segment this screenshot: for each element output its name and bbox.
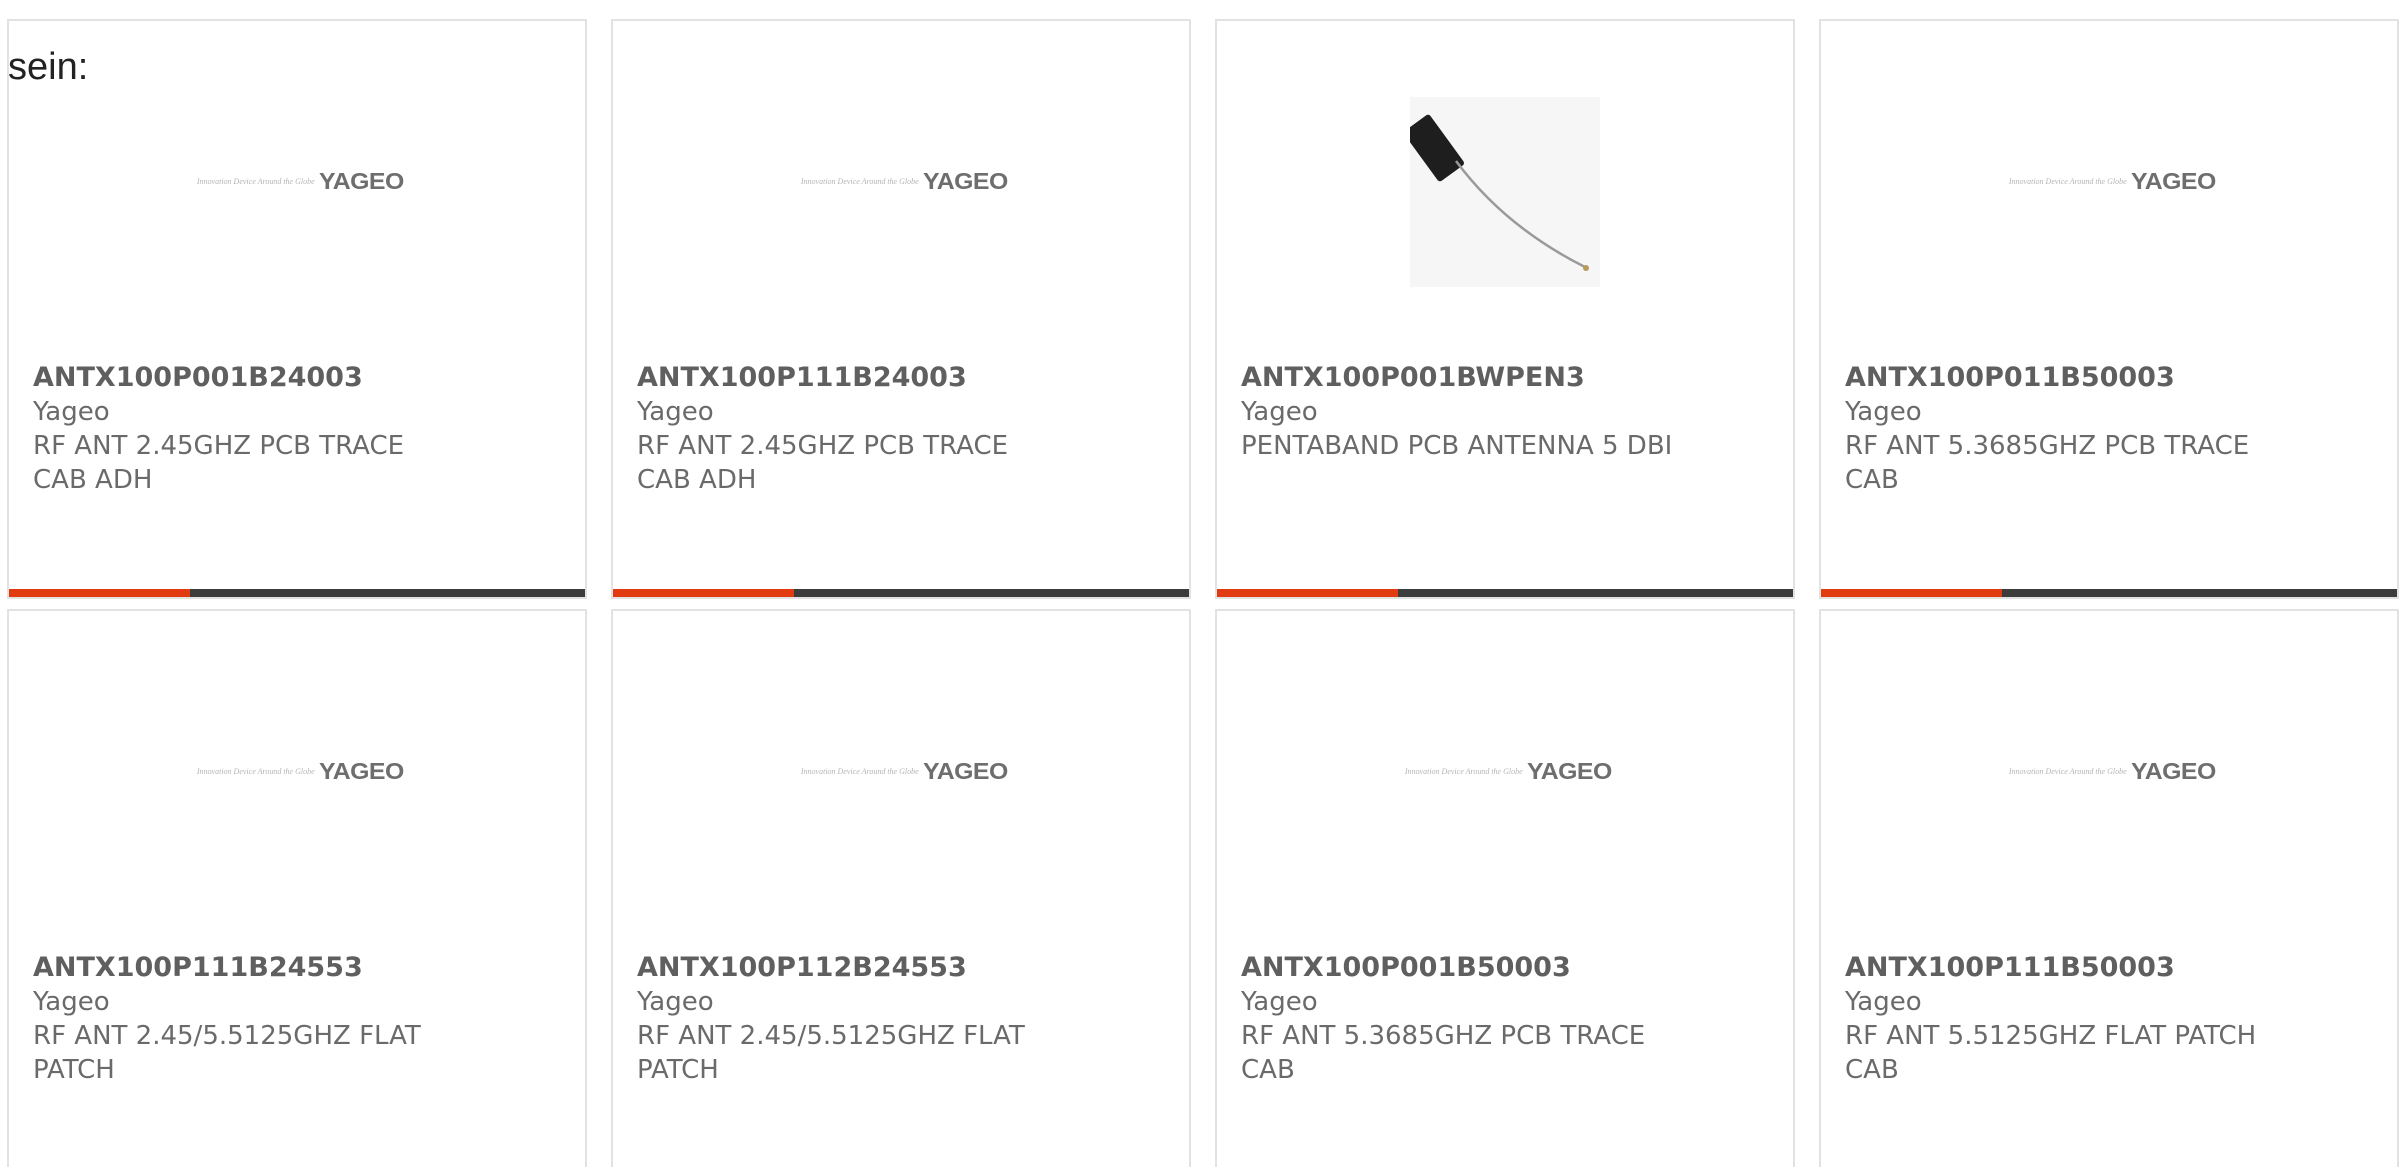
card-bar-accent xyxy=(1821,589,2002,597)
part-number[interactable]: ANTX100P111B50003 xyxy=(1845,951,2277,985)
product-image[interactable]: Innovation Device Around the Globe YAGEO xyxy=(1217,681,1793,881)
product-card[interactable]: ANTX100P001BWPEN3 Yageo PENTABAND PCB ANTE… xyxy=(1215,19,1795,599)
intro-text: sein: xyxy=(8,46,89,88)
product-description: RF ANT 5.3685GHZ PCB TRACE CAB xyxy=(1845,431,2250,495)
yageo-logo: Innovation Device Around the Globe YAGEO xyxy=(2008,758,2216,785)
logo-word: YAGEO xyxy=(318,167,404,194)
card-hover-bar xyxy=(1821,589,2397,597)
manufacturer: Yageo xyxy=(33,397,110,427)
yageo-logo: Innovation Device Around the Globe YAGEO xyxy=(1404,758,1612,785)
logo-word: YAGEO xyxy=(1526,757,1612,784)
manufacturer: Yageo xyxy=(637,397,714,427)
product-info: ANTX100P112B24553 Yageo RF ANT 2.45/5.5125… xyxy=(637,951,1069,1087)
yageo-logo: Innovation Device Around the Globe YAGEO xyxy=(800,758,1008,785)
part-number[interactable]: ANTX100P001B24003 xyxy=(33,361,465,395)
manufacturer: Yageo xyxy=(637,987,714,1017)
product-image[interactable]: Innovation Device Around the Globe YAGEO xyxy=(9,91,585,291)
product-image[interactable] xyxy=(1217,91,1793,291)
product-card[interactable]: Innovation Device Around the Globe YAGEO A… xyxy=(1819,609,2399,1167)
logo-tagline: Innovation Device Around the Globe xyxy=(800,766,919,776)
part-number[interactable]: ANTX100P112B24553 xyxy=(637,951,1069,985)
product-description: PENTABAND PCB ANTENNA 5 DBI xyxy=(1241,431,1673,461)
card-hover-bar xyxy=(613,589,1189,597)
product-info: ANTX100P001BWPEN3 Yageo PENTABAND PCB ANTE… xyxy=(1241,361,1673,463)
logo-tagline: Innovation Device Around the Globe xyxy=(1404,766,1523,776)
product-description: RF ANT 2.45/5.5125GHZ FLAT PATCH xyxy=(33,1021,421,1085)
card-hover-bar xyxy=(1217,589,1793,597)
logo-word: YAGEO xyxy=(922,757,1008,784)
logo-tagline: Innovation Device Around the Globe xyxy=(2008,766,2127,776)
logo-word: YAGEO xyxy=(318,757,404,784)
yageo-logo: Innovation Device Around the Globe YAGEO xyxy=(800,168,1008,195)
card-bar-accent xyxy=(613,589,794,597)
product-description: RF ANT 2.45GHZ PCB TRACE CAB ADH xyxy=(637,431,1009,495)
product-image[interactable]: Innovation Device Around the Globe YAGEO xyxy=(1821,681,2397,881)
part-number[interactable]: ANTX100P111B24553 xyxy=(33,951,465,985)
logo-tagline: Innovation Device Around the Globe xyxy=(2008,176,2127,186)
logo-word: YAGEO xyxy=(2130,757,2216,784)
card-bar-accent xyxy=(9,589,190,597)
part-number[interactable]: ANTX100P001BWPEN3 xyxy=(1241,361,1673,395)
product-info: ANTX100P001B50003 Yageo RF ANT 5.3685GHZ P… xyxy=(1241,951,1673,1087)
product-description: RF ANT 2.45/5.5125GHZ FLAT PATCH xyxy=(637,1021,1025,1085)
product-card[interactable]: Innovation Device Around the Globe YAGEO A… xyxy=(7,19,587,599)
manufacturer: Yageo xyxy=(1845,987,1922,1017)
card-hover-bar xyxy=(9,589,585,597)
part-number[interactable]: ANTX100P001B50003 xyxy=(1241,951,1673,985)
product-image[interactable]: Innovation Device Around the Globe YAGEO xyxy=(1821,91,2397,291)
manufacturer: Yageo xyxy=(1845,397,1922,427)
part-number[interactable]: ANTX100P011B50003 xyxy=(1845,361,2277,395)
product-card[interactable]: Innovation Device Around the Globe YAGEO A… xyxy=(611,19,1191,599)
logo-word: YAGEO xyxy=(2130,167,2216,194)
product-card[interactable]: Innovation Device Around the Globe YAGEO A… xyxy=(1819,19,2399,599)
manufacturer: Yageo xyxy=(33,987,110,1017)
logo-tagline: Innovation Device Around the Globe xyxy=(800,176,919,186)
product-info: ANTX100P001B24003 Yageo RF ANT 2.45GHZ PCB… xyxy=(33,361,465,497)
antenna-photo xyxy=(1410,97,1600,287)
yageo-logo: Innovation Device Around the Globe YAGEO xyxy=(196,168,404,195)
card-bar-accent xyxy=(1217,589,1398,597)
product-description: RF ANT 5.3685GHZ PCB TRACE CAB xyxy=(1241,1021,1646,1085)
logo-tagline: Innovation Device Around the Globe xyxy=(196,766,315,776)
product-info: ANTX100P011B50003 Yageo RF ANT 5.3685GHZ P… xyxy=(1845,361,2277,497)
yageo-logo: Innovation Device Around the Globe YAGEO xyxy=(2008,168,2216,195)
product-image[interactable]: Innovation Device Around the Globe YAGEO xyxy=(613,681,1189,881)
product-card[interactable]: Innovation Device Around the Globe YAGEO A… xyxy=(7,609,587,1167)
product-description: RF ANT 5.5125GHZ FLAT PATCH CAB xyxy=(1845,1021,2257,1085)
product-card[interactable]: Innovation Device Around the Globe YAGEO A… xyxy=(611,609,1191,1167)
product-info: ANTX100P111B24553 Yageo RF ANT 2.45/5.5125… xyxy=(33,951,465,1087)
product-description: RF ANT 2.45GHZ PCB TRACE CAB ADH xyxy=(33,431,405,495)
logo-word: YAGEO xyxy=(922,167,1008,194)
manufacturer: Yageo xyxy=(1241,987,1318,1017)
product-grid-page: sein: Innovation Device Around the Globe… xyxy=(0,0,2400,1167)
yageo-logo: Innovation Device Around the Globe YAGEO xyxy=(196,758,404,785)
product-info: ANTX100P111B24003 Yageo RF ANT 2.45GHZ PCB… xyxy=(637,361,1069,497)
logo-tagline: Innovation Device Around the Globe xyxy=(196,176,315,186)
product-image[interactable]: Innovation Device Around the Globe YAGEO xyxy=(613,91,1189,291)
product-image[interactable]: Innovation Device Around the Globe YAGEO xyxy=(9,681,585,881)
part-number[interactable]: ANTX100P111B24003 xyxy=(637,361,1069,395)
manufacturer: Yageo xyxy=(1241,397,1318,427)
product-info: ANTX100P111B50003 Yageo RF ANT 5.5125GHZ F… xyxy=(1845,951,2277,1087)
product-card[interactable]: Innovation Device Around the Globe YAGEO A… xyxy=(1215,609,1795,1167)
product-grid: Innovation Device Around the Globe YAGEO A… xyxy=(7,19,2399,1167)
